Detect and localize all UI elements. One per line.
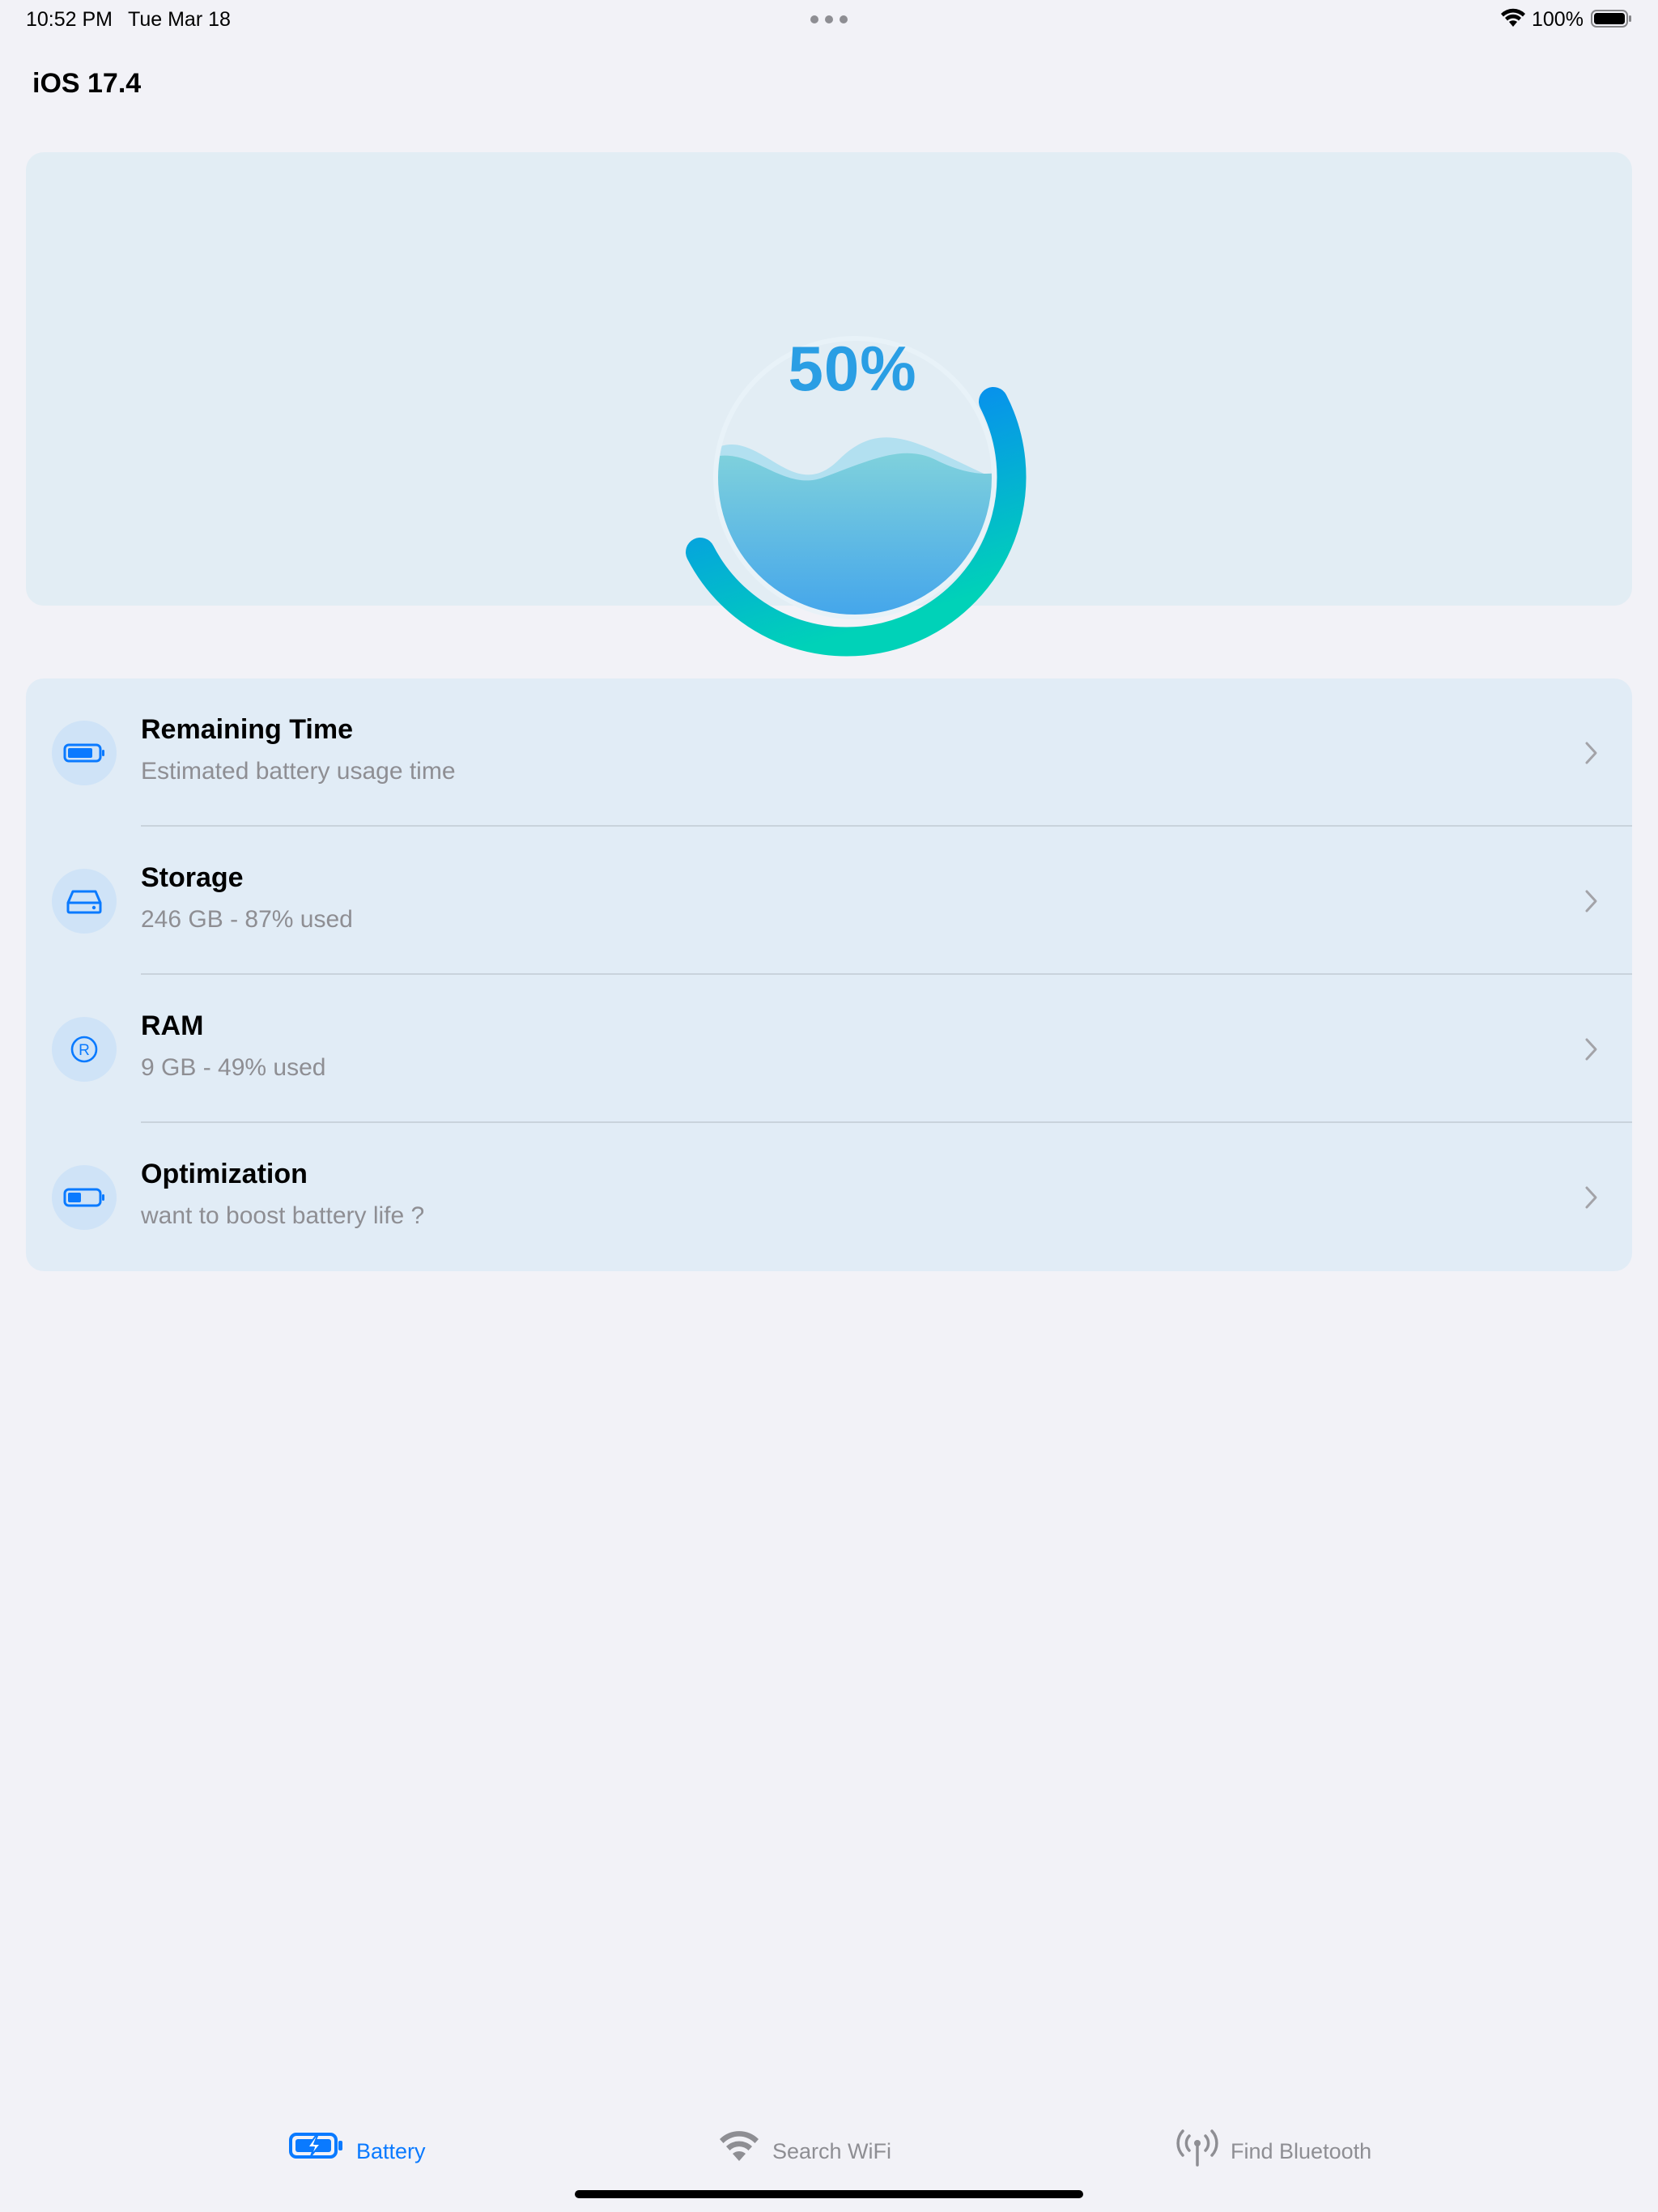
screen: 10:52 PM Tue Mar 18 100% iOS 17.4 50% Re… [0,0,1658,2212]
chevron-right-icon [1585,742,1597,764]
tab-label: Find Bluetooth [1231,2139,1372,2163]
wifi-icon [720,2131,759,2161]
battery-gauge [686,336,1027,657]
status-date: Tue Mar 18 [128,8,231,31]
item-title: Remaining Time [141,714,353,745]
list-item-optimization[interactable]: Optimization want to boost battery life … [26,1123,1632,1271]
page-title: iOS 17.4 [32,68,142,99]
list-item-remaining-time[interactable]: Remaining Time Estimated battery usage t… [26,678,1632,827]
item-subtitle: 246 GB - 87% used [141,906,353,933]
chevron-right-icon [1585,890,1597,912]
tab-find-bluetooth[interactable]: Find Bluetooth [1174,2113,1384,2186]
antenna-icon [1176,2129,1218,2167]
battery-gauge-card: 50% [26,152,1632,657]
battery-low-icon [52,1165,117,1230]
tab-bar: Battery Search WiFi Find Bluetooth [0,2113,1658,2186]
home-indicator[interactable] [575,2190,1083,2198]
item-title: RAM [141,1010,204,1041]
more-dots-icon[interactable] [810,15,848,23]
status-bar: 10:52 PM Tue Mar 18 100% [0,0,1658,40]
chevron-right-icon [1585,1186,1597,1209]
battery-percent-label: 50% [788,333,917,404]
tab-label: Battery [356,2139,426,2163]
item-title: Optimization [141,1159,308,1189]
svg-text:R: R [79,1042,90,1059]
chevron-right-icon [1585,1038,1597,1061]
item-subtitle: want to boost battery life ? [141,1202,425,1229]
status-battery-percent: 100% [1532,8,1584,31]
ram-r-icon: R [52,1017,117,1082]
tab-search-wifi[interactable]: Search WiFi [714,2113,892,2186]
battery-full-icon [1591,10,1631,28]
wifi-icon [1501,8,1525,27]
battery-icon [52,721,117,785]
tab-battery[interactable]: Battery [285,2113,479,2186]
item-subtitle: Estimated battery usage time [141,758,456,785]
battery-charging-icon [289,2133,342,2159]
info-list: Remaining Time Estimated battery usage t… [26,678,1632,1271]
list-item-ram[interactable]: R RAM 9 GB - 49% used [26,975,1632,1123]
list-item-storage[interactable]: Storage 246 GB - 87% used [26,827,1632,975]
tab-label: Search WiFi [772,2139,892,2163]
item-title: Storage [141,862,244,893]
status-time: 10:52 PM [26,8,113,31]
item-subtitle: 9 GB - 49% used [141,1054,326,1081]
storage-drive-icon [52,869,117,934]
